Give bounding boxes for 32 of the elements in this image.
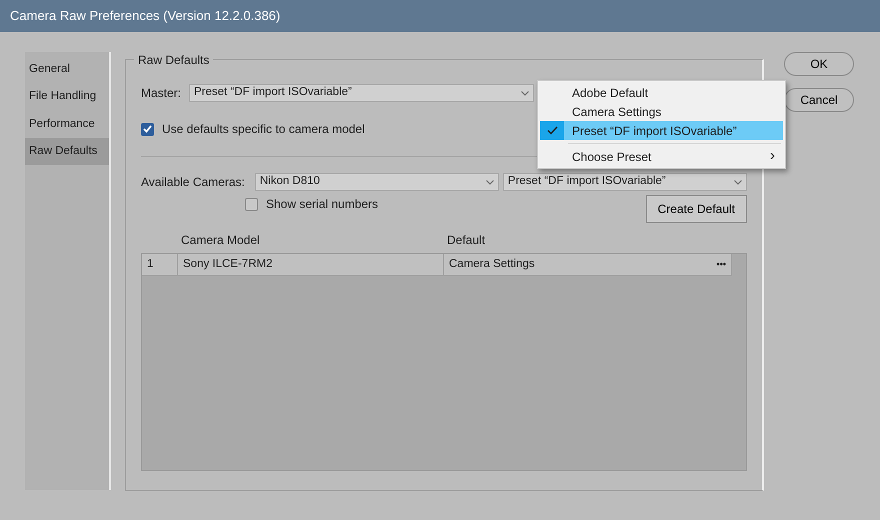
field-label: Master:	[141, 85, 182, 102]
checkbox[interactable]	[141, 122, 154, 136]
column-header: Default	[447, 232, 486, 249]
submenu-arrow: ›	[770, 146, 775, 166]
checkbox-label: Show serial numbers	[266, 196, 378, 213]
menu-item[interactable]: Choose Preset ›	[540, 147, 783, 166]
sidebar-item[interactable]: File Handling	[25, 83, 109, 110]
master-dropdown[interactable]: Preset “DF import ISOvariable”	[189, 84, 534, 102]
menu-item[interactable]: Preset “DF import ISOvariable”	[540, 121, 783, 140]
caret-icon	[521, 90, 530, 96]
checkbox-label: Use defaults specific to camera model	[162, 121, 365, 138]
cancel-button[interactable]: Cancel	[784, 88, 854, 112]
more-button[interactable]: •••	[716, 258, 726, 272]
checkbox[interactable]	[245, 198, 258, 210]
menu-item[interactable]: Camera Settings	[540, 102, 783, 121]
menu-item[interactable]: Adobe Default	[540, 83, 783, 102]
row-number: 1	[142, 254, 178, 276]
caret-icon	[734, 180, 742, 184]
check-icon	[546, 126, 558, 135]
sidebar-item[interactable]: General	[25, 56, 109, 84]
ok-button[interactable]: OK	[784, 52, 854, 76]
column-header: Camera Model	[181, 232, 261, 249]
table-cell-text: Camera Settings	[449, 256, 535, 272]
create-default-button[interactable]: Create Default	[646, 195, 747, 223]
sidebar-item[interactable]: Performance	[25, 110, 109, 138]
table-cell: Sony ILCE-7RM2	[178, 254, 444, 276]
sidebar-item[interactable]: Raw Defaults	[25, 138, 109, 165]
camera-dropdown[interactable]: Nikon D810	[254, 173, 499, 191]
field-label: Available Cameras:	[141, 174, 245, 191]
preset-dropdown[interactable]: Preset “DF import ISOvariable”	[502, 173, 747, 191]
window-title: Camera Raw Preferences (Version 12.2.0.386)	[0, 0, 880, 32]
caret-icon	[486, 180, 494, 184]
